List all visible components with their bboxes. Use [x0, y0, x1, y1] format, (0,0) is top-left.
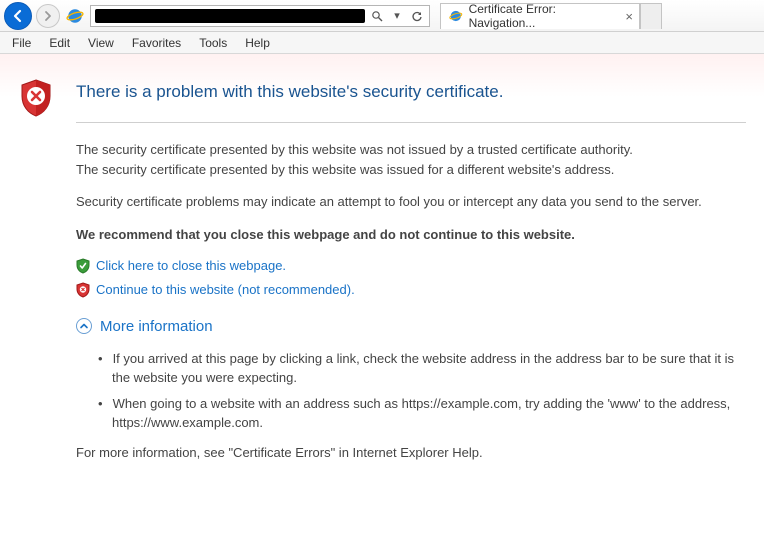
tab-active[interactable]: Certificate Error: Navigation... ×: [440, 3, 640, 29]
cert-detail-2: The security certificate presented by th…: [76, 161, 746, 179]
url-redacted: [95, 9, 365, 23]
browser-toolbar: ▾ Certificate Error: Navigation... ×: [0, 0, 764, 32]
continue-row: Continue to this website (not recommende…: [76, 282, 746, 298]
continue-link[interactable]: Continue to this website (not recommende…: [96, 282, 355, 297]
page-title: There is a problem with this website's s…: [76, 82, 746, 102]
shield-ok-icon: [76, 258, 90, 274]
forward-button[interactable]: [36, 4, 60, 28]
more-info-toggle[interactable]: More information: [100, 318, 213, 335]
menu-view[interactable]: View: [80, 34, 122, 52]
menu-favorites[interactable]: Favorites: [124, 34, 189, 52]
close-icon[interactable]: ×: [625, 9, 633, 24]
address-bar[interactable]: ▾: [90, 5, 430, 27]
info-bullet-2: When going to a website with an address …: [98, 394, 746, 433]
close-page-row: Click here to close this webpage.: [76, 258, 746, 274]
back-button[interactable]: [4, 2, 32, 30]
dropdown-icon[interactable]: ▾: [389, 8, 405, 24]
chevron-up-icon: [79, 321, 89, 331]
cert-recommend: We recommend that you close this webpage…: [76, 226, 746, 244]
more-info-list: If you arrived at this page by clicking …: [98, 349, 746, 433]
refresh-icon[interactable]: [409, 8, 425, 24]
divider: [76, 122, 746, 123]
ie-logo-icon: [449, 9, 463, 23]
cert-warning: Security certificate problems may indica…: [76, 193, 746, 211]
close-page-link[interactable]: Click here to close this webpage.: [96, 258, 286, 273]
info-bullet-1: If you arrived at this page by clicking …: [98, 349, 746, 388]
search-icon[interactable]: [369, 8, 385, 24]
menu-file[interactable]: File: [4, 34, 39, 52]
shield-warn-icon: [76, 282, 90, 298]
menu-edit[interactable]: Edit: [41, 34, 78, 52]
menu-help[interactable]: Help: [237, 34, 278, 52]
shield-error-icon: [18, 78, 54, 118]
tab-title: Certificate Error: Navigation...: [469, 2, 622, 30]
menu-tools[interactable]: Tools: [191, 34, 235, 52]
cert-detail-1: The security certificate presented by th…: [76, 141, 746, 159]
menu-bar: File Edit View Favorites Tools Help: [0, 32, 764, 54]
tab-strip: Certificate Error: Navigation... ×: [440, 3, 760, 29]
expander-toggle[interactable]: [76, 318, 92, 334]
page-content: There is a problem with this website's s…: [0, 54, 764, 484]
new-tab-button[interactable]: [640, 3, 662, 29]
ie-logo-icon: [66, 7, 84, 25]
help-reference: For more information, see "Certificate E…: [76, 445, 746, 460]
